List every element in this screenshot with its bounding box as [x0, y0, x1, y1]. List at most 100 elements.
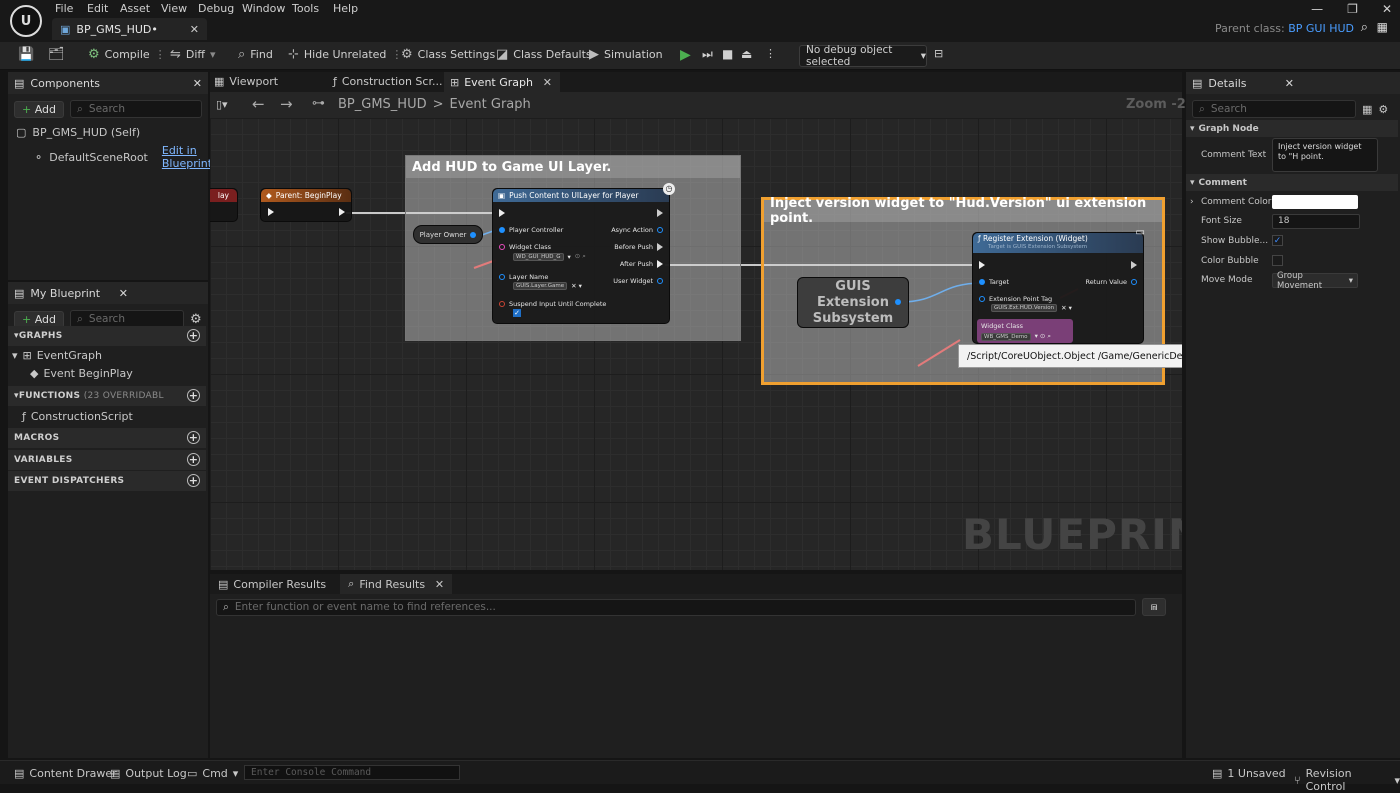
- class-defaults-button[interactable]: ◪ Class Defaults: [496, 47, 592, 62]
- play-options-icon[interactable]: ⋮: [765, 47, 776, 60]
- console-command-input[interactable]: Enter Console Command: [244, 765, 460, 780]
- unreal-logo-icon[interactable]: U: [10, 5, 42, 37]
- class-settings-button[interactable]: ⚙ Class Settings: [401, 47, 495, 62]
- simulation-button[interactable]: ▶ Simulation: [589, 47, 663, 62]
- section-graphs[interactable]: ▾ GRAPHS +: [8, 326, 206, 346]
- tree-item-default-scene-root[interactable]: ⚬ DefaultSceneRoot Edit in Blueprint: [8, 141, 212, 173]
- find-references-input[interactable]: ⌕ Enter function or event name to find re…: [216, 598, 1136, 616]
- menu-asset[interactable]: Asset: [120, 2, 150, 15]
- close-icon[interactable]: ✕: [119, 287, 128, 300]
- before-push-pin[interactable]: Before Push: [614, 243, 663, 251]
- add-member-button[interactable]: + Add: [14, 310, 65, 328]
- menu-tools[interactable]: Tools: [292, 2, 319, 15]
- suspend-checkbox[interactable]: ✓: [513, 309, 521, 317]
- components-search-input[interactable]: ⌕ Search: [70, 100, 202, 118]
- widget-class-value[interactable]: WB_GMS_Demo ▾ ⊙ ⌕: [981, 332, 1051, 341]
- grid-icon[interactable]: ▦: [1377, 20, 1388, 34]
- show-bubble-checkbox[interactable]: ✓: [1272, 235, 1283, 246]
- table-view-icon[interactable]: ▦: [1362, 103, 1372, 116]
- document-tab[interactable]: ▣ BP_GMS_HUD• ✕: [52, 18, 207, 40]
- widget-class-value[interactable]: WD_GUI_HUD_G ▾ ⊙ ⌕: [513, 252, 586, 261]
- menu-edit[interactable]: Edit: [87, 2, 108, 15]
- expand-arrow-icon[interactable]: ›: [1190, 197, 1194, 207]
- register-extension-node[interactable]: ƒ Register Extension (Widget) Target is …: [972, 227, 1145, 344]
- add-graph-icon[interactable]: +: [187, 329, 200, 342]
- close-icon[interactable]: ✕: [543, 76, 552, 89]
- tree-item-construction-script[interactable]: ƒ ConstructionScript: [22, 410, 133, 423]
- find-button[interactable]: ⌕ Find: [238, 47, 273, 62]
- add-macro-icon[interactable]: +: [187, 431, 200, 444]
- menu-debug[interactable]: Debug: [198, 2, 234, 15]
- minimize-icon[interactable]: —: [1311, 2, 1323, 16]
- menu-window[interactable]: Window: [242, 2, 285, 15]
- widget-class-pin[interactable]: Widget Class: [981, 322, 1023, 330]
- color-bubble-checkbox[interactable]: [1272, 255, 1283, 266]
- content-drawer-button[interactable]: ▤ Content Drawer: [14, 767, 117, 780]
- tab-compiler-results[interactable]: ▤ Compiler Results: [210, 574, 334, 594]
- hide-unrelated-button[interactable]: ⊹ Hide Unrelated ⋮: [288, 47, 402, 62]
- section-comment[interactable]: ▾ Comment: [1186, 174, 1398, 191]
- unsaved-button[interactable]: ▤ 1 Unsaved: [1212, 767, 1286, 780]
- suspend-input-pin[interactable]: Suspend Input Until Complete: [499, 300, 606, 308]
- settings-icon[interactable]: ⚙: [190, 312, 202, 327]
- extension-point-tag-value[interactable]: GUIS.Ext.HUD.Version ✕ ▾: [991, 304, 1072, 312]
- browse-icon[interactable]: 🗂: [48, 47, 65, 62]
- return-value-pin[interactable]: Return Value: [1086, 278, 1137, 286]
- forward-arrow-icon[interactable]: →: [280, 95, 293, 113]
- tab-construction-script[interactable]: ƒ Construction Scr...: [333, 75, 442, 88]
- debug-filter-icon[interactable]: ⊟: [934, 47, 943, 60]
- section-graph-node[interactable]: ▾ Graph Node: [1186, 120, 1398, 137]
- tab-event-graph[interactable]: ⊞ Event Graph ✕: [444, 72, 560, 92]
- eject-icon[interactable]: ⏏: [741, 47, 752, 61]
- my-blueprint-tab[interactable]: ▤ My Blueprint ✕: [8, 282, 208, 304]
- close-icon[interactable]: ✕: [1285, 77, 1294, 90]
- async-action-pin[interactable]: Async Action: [611, 226, 663, 234]
- player-owner-node[interactable]: Player Owner: [413, 225, 483, 244]
- step-icon[interactable]: ⏭: [702, 47, 713, 62]
- revision-control-button[interactable]: ⑂ Revision Control ▾: [1294, 767, 1400, 793]
- target-pin[interactable]: Target: [979, 278, 1009, 286]
- exec-in-pin[interactable]: [499, 209, 505, 217]
- exec-out-pin[interactable]: [1131, 261, 1137, 269]
- settings-icon[interactable]: ⚙: [1378, 103, 1388, 116]
- subsystem-out-pin[interactable]: [895, 299, 901, 305]
- add-variable-icon[interactable]: +: [187, 453, 200, 466]
- exec-out-pin[interactable]: [339, 208, 345, 216]
- details-tab[interactable]: ▤ Details ✕: [1186, 72, 1400, 94]
- close-window-icon[interactable]: ✕: [1382, 2, 1392, 16]
- player-owner-pin[interactable]: [470, 231, 477, 238]
- tab-find-results[interactable]: ⌕ Find Results ✕: [340, 574, 453, 594]
- tree-item-event-begin-play[interactable]: ◆ Event BeginPlay: [30, 367, 133, 380]
- event-graph-canvas[interactable]: Add HUD to Game UI Layer. Inject version…: [210, 118, 1182, 570]
- breadcrumb-root[interactable]: BP_GMS_HUD: [338, 97, 427, 112]
- extension-point-tag-pin[interactable]: Extension Point Tag: [979, 295, 1052, 303]
- graph-options-icon[interactable]: ▯▾: [216, 98, 228, 111]
- add-component-button[interactable]: + Add: [14, 100, 65, 118]
- menu-view[interactable]: View: [161, 2, 187, 15]
- tree-item-event-graph[interactable]: ▾ ⊞ EventGraph: [12, 349, 102, 362]
- play-icon[interactable]: ▶: [680, 47, 691, 63]
- section-macros[interactable]: MACROS +: [8, 428, 206, 448]
- after-push-pin[interactable]: After Push: [620, 260, 663, 268]
- close-icon[interactable]: ✕: [435, 578, 444, 591]
- diff-button[interactable]: ⇋ Diff ▾: [170, 47, 216, 62]
- debug-object-select[interactable]: No debug object selected ▾: [799, 44, 927, 68]
- find-in-all-blueprints-icon[interactable]: ⩎: [1142, 598, 1167, 616]
- exec-in-pin[interactable]: [979, 261, 985, 269]
- exec-in-pin[interactable]: [268, 208, 274, 216]
- search-icon[interactable]: ⌕: [1361, 20, 1368, 35]
- output-log-button[interactable]: ▤ Output Log: [110, 767, 187, 780]
- layer-name-pin[interactable]: Layer Name: [499, 273, 548, 281]
- close-tab-icon[interactable]: ✕: [190, 23, 199, 36]
- edit-in-blueprint-link[interactable]: Edit in Blueprint: [162, 144, 212, 170]
- guis-subsystem-node[interactable]: GUIS Extension Subsystem: [797, 277, 909, 328]
- stop-icon[interactable]: ■: [722, 47, 733, 61]
- tree-item-self[interactable]: ▢ BP_GMS_HUD (Self): [8, 124, 208, 141]
- font-size-input[interactable]: 18: [1272, 214, 1360, 229]
- comment-color-swatch[interactable]: [1272, 195, 1358, 209]
- cmd-select[interactable]: ▭ Cmd ▾: [187, 767, 238, 780]
- move-mode-select[interactable]: Group Movement ▾: [1272, 271, 1358, 291]
- player-controller-pin[interactable]: Player Controller: [499, 226, 563, 234]
- section-event-dispatchers[interactable]: EVENT DISPATCHERS +: [8, 471, 206, 491]
- push-content-node[interactable]: ▣ Push Content to UILayer for Player ◷ Pl…: [492, 183, 675, 324]
